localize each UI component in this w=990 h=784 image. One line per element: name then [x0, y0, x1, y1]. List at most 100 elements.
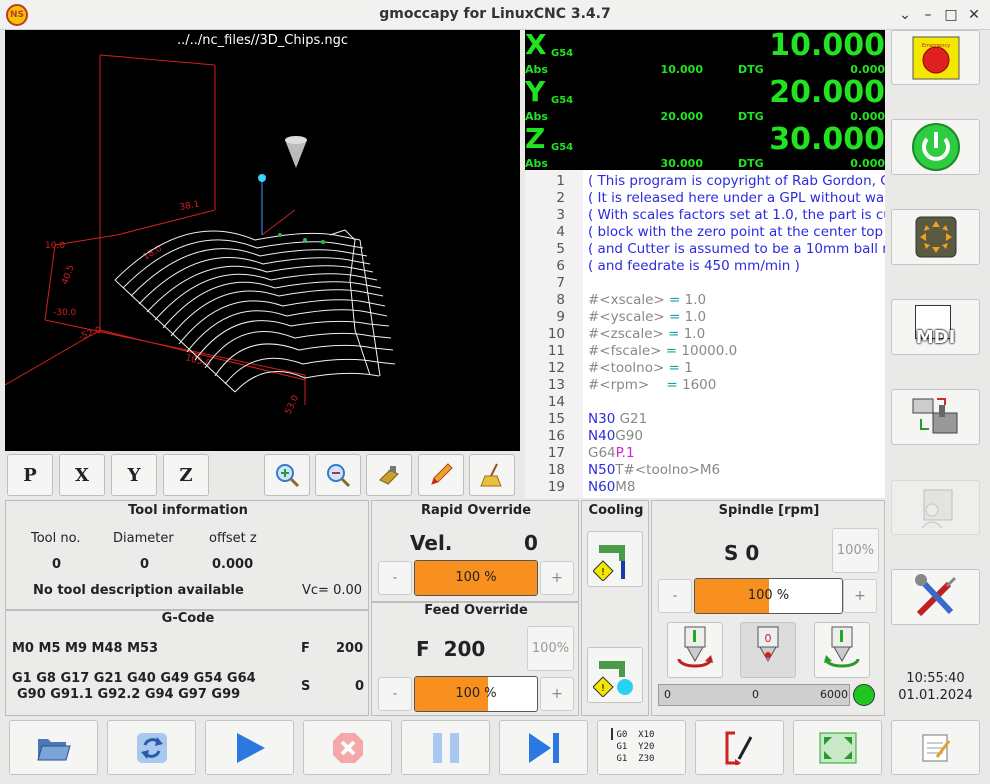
gcode-line[interactable]: 12 #<toolno> = 1: [525, 360, 885, 377]
run-button[interactable]: [205, 720, 294, 775]
view-p-button[interactable]: P: [7, 454, 53, 496]
view-z-label: Z: [179, 464, 193, 486]
code-token: =: [662, 377, 682, 393]
emergency-stop-icon: Emergency: [912, 36, 959, 79]
rapid-override-slider[interactable]: 100 %: [414, 560, 538, 596]
spindle-forward-button[interactable]: [667, 622, 723, 678]
ruler-icon: [379, 466, 399, 485]
reload-button[interactable]: [107, 720, 196, 775]
gcode-line[interactable]: 17 G64P.1: [525, 445, 885, 462]
auto-mode-button[interactable]: [891, 389, 980, 445]
diameter-header: Diameter: [113, 531, 174, 546]
spindle-speed-display: S 0: [724, 541, 760, 565]
fullscreen-button[interactable]: [793, 720, 882, 775]
view-z-button[interactable]: Z: [163, 454, 209, 496]
settings-page-button[interactable]: [891, 480, 980, 535]
active-gcodes-1: G1 G8 G17 G21 G40 G49 G54 G64: [12, 671, 256, 686]
svg-text:!: !: [601, 683, 605, 694]
dro-panel: X G54 10.000 Abs 10.000 DTG 0.000 Y G54 20.000 Abs…: [525, 28, 885, 171]
step-button[interactable]: [499, 720, 588, 775]
edit-notes-button[interactable]: [891, 720, 980, 775]
chevron-down-icon[interactable]: ⌄: [895, 5, 915, 25]
play-icon: [236, 732, 265, 763]
view-x-button[interactable]: X: [59, 454, 105, 496]
manual-mode-button[interactable]: [891, 209, 980, 265]
optional-stop-button[interactable]: [695, 720, 784, 775]
code-token: M8: [615, 479, 636, 495]
machine-power-button[interactable]: [891, 119, 980, 175]
diameter-value: 0: [140, 557, 150, 572]
gcode-line[interactable]: 20 N70S#<rpm>M3: [525, 496, 885, 498]
dro-axis-y[interactable]: Y G54 20.000 Abs 20.000 DTG 0.000: [525, 75, 885, 124]
clear-plot-button[interactable]: [469, 454, 515, 496]
code-token: G90: [615, 428, 643, 444]
code-token: =: [664, 360, 685, 376]
gcode-line[interactable]: 19 N60M8: [525, 479, 885, 496]
gcode-line[interactable]: 2 ( It is released here under a GPL witho…: [525, 190, 885, 207]
run-from-line-button[interactable]: G0 X10 G1 Y20 G1 Z30: [597, 720, 686, 775]
spindle-stop-button[interactable]: 0: [740, 622, 796, 678]
offset-z-header: offset z: [209, 531, 257, 546]
svg-text:Emergency: Emergency: [921, 43, 949, 49]
toolpath-preview[interactable]: ../../nc_files//3D_Chips.ngc 38.1 18.0 1…: [5, 30, 520, 451]
gcode-line[interactable]: 4 ( block with the zero point at the cent…: [525, 224, 885, 241]
estop-button[interactable]: Emergency: [891, 30, 980, 85]
gcode-line[interactable]: 8 #<xscale> = 1.0: [525, 292, 885, 309]
mist-coolant-button[interactable]: !: [587, 647, 643, 703]
rapid-decrease-button[interactable]: -: [378, 561, 412, 595]
spindle-override-slider[interactable]: 100 %: [694, 578, 843, 614]
dro-axis-x[interactable]: X G54 10.000 Abs 10.000 DTG 0.000: [525, 28, 885, 77]
feed-override-slider[interactable]: 100 %: [414, 676, 538, 712]
mdi-mode-button[interactable]: MDI: [891, 299, 980, 355]
gcode-line[interactable]: 11 #<fscale> = 10000.0: [525, 343, 885, 360]
rapid-increase-button[interactable]: +: [540, 561, 574, 595]
gcode-line[interactable]: 10 #<zscale> = 1.0: [525, 326, 885, 343]
minimize-icon[interactable]: –: [918, 5, 938, 25]
feed-reset-button[interactable]: 100%: [527, 626, 574, 671]
label-z-mid: 40.5: [60, 264, 76, 286]
tools-settings-button[interactable]: [891, 569, 980, 625]
spindle-override-value: 100 %: [747, 588, 790, 603]
zoom-in-button[interactable]: [264, 454, 310, 496]
pause-button[interactable]: [401, 720, 490, 775]
gcode-line[interactable]: 7: [525, 275, 885, 292]
pencil-icon: [431, 463, 453, 485]
dro-axis-z[interactable]: Z G54 30.000 Abs 30.000 DTG 0.000: [525, 122, 885, 171]
close-icon[interactable]: ✕: [964, 5, 984, 25]
view-y-button[interactable]: Y: [111, 454, 157, 496]
spindle-cw-icon: [677, 626, 713, 668]
gcode-line[interactable]: 5 ( and Cutter is assumed to be a 10mm ba…: [525, 241, 885, 258]
gcode-line[interactable]: 14: [525, 394, 885, 411]
gcode-line[interactable]: 1 ( This program is copyright of Rab Gord…: [525, 173, 885, 190]
code-token: ( With scales factors set at 1.0, the pa…: [588, 207, 885, 223]
gcode-line[interactable]: 9 #<yscale> = 1.0: [525, 309, 885, 326]
meter-max: 6000: [820, 688, 848, 701]
fullscreen-icon: [819, 732, 856, 763]
zoom-out-button[interactable]: [315, 454, 361, 496]
stop-button[interactable]: [303, 720, 392, 775]
spindle-decrease-button[interactable]: -: [658, 579, 692, 613]
open-file-button[interactable]: [9, 720, 98, 775]
feed-override-value: 100 %: [455, 686, 497, 701]
show-dimensions-button[interactable]: [366, 454, 412, 496]
tool-info-frame: Tool information Tool no. Diameter offse…: [5, 500, 369, 610]
line-number: 8: [556, 292, 565, 308]
feed-decrease-button[interactable]: -: [378, 677, 412, 711]
gcode-line[interactable]: 6 ( and feedrate is 450 mm/min ): [525, 258, 885, 275]
gcode-viewer[interactable]: 1 ( This program is copyright of Rab Gord…: [525, 170, 885, 498]
gcode-line[interactable]: 18 N50T#<toolno>M6: [525, 462, 885, 479]
gcode-line[interactable]: 13 #<rpm> = 1600: [525, 377, 885, 394]
feed-increase-button[interactable]: +: [540, 677, 574, 711]
gcode-line[interactable]: 3 ( With scales factors set at 1.0, the p…: [525, 207, 885, 224]
spindle-reverse-button[interactable]: [814, 622, 870, 678]
tool-info-title: Tool information: [128, 503, 248, 518]
maximize-icon[interactable]: □: [941, 5, 961, 25]
spindle-reset-button[interactable]: 100%: [832, 528, 879, 573]
gcode-line[interactable]: 16 N40G90: [525, 428, 885, 445]
flood-coolant-button[interactable]: !: [587, 531, 643, 587]
edit-button[interactable]: [418, 454, 464, 496]
spindle-increase-button[interactable]: +: [843, 579, 877, 613]
gcode-line[interactable]: 15 N30 G21: [525, 411, 885, 428]
code-token: ( and Cutter is assumed to be a 10mm bal…: [588, 241, 885, 257]
pause-icon: [432, 732, 459, 763]
